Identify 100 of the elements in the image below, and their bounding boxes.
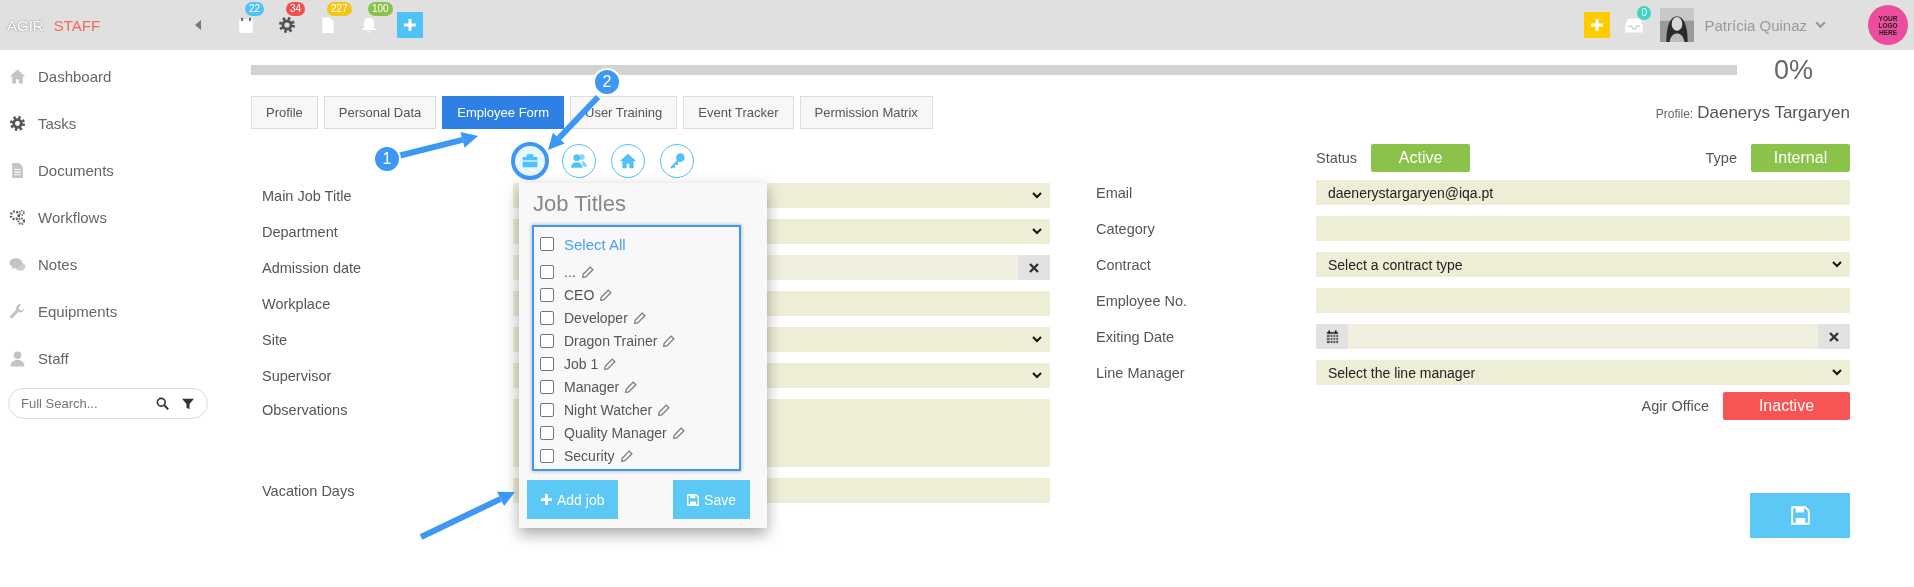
sidebar-item[interactable]: Staff [38,350,69,367]
job-title: Developer [564,309,628,326]
sidebar-item[interactable]: Equipments [38,303,118,320]
job-title: Security [564,447,615,464]
pencil-icon[interactable] [625,380,638,393]
tab[interactable]: Profile [251,96,318,129]
count-badge: 100 [368,2,393,16]
plus-icon [541,494,552,505]
calendar-button[interactable] [1316,324,1348,349]
clear-button[interactable] [1818,324,1850,349]
pencil-icon[interactable] [658,403,671,416]
popup-title: Job Titles [532,191,627,218]
tab[interactable]: Employee Form [442,96,564,129]
chevron-down-icon[interactable] [1815,21,1826,29]
pencil-icon[interactable] [620,449,633,462]
field-label: Line Manager [1096,364,1186,381]
key-icon [668,152,686,170]
pencil-icon[interactable] [604,357,617,370]
field-label: Employee No. [1096,292,1189,309]
pencil-icon[interactable] [663,334,676,347]
chevron-down-icon [1832,369,1842,376]
checkbox[interactable] [540,425,554,440]
field-label: Workplace [261,295,332,312]
chevron-down-icon [1032,372,1042,379]
clear-button[interactable] [1018,255,1050,280]
key-tab-button[interactable] [660,144,694,178]
field-label: Supervisor [261,367,333,384]
tab[interactable]: Permission Matrix [799,96,933,129]
input-field[interactable]: daenerystargaryen@iqa.pt [1316,180,1850,205]
checkbox[interactable] [540,287,554,302]
pencil-icon[interactable] [600,288,613,301]
sidebar-item[interactable]: Notes [38,256,78,273]
filter-icon[interactable] [182,398,194,410]
checkbox[interactable] [540,356,554,371]
sidebar-item[interactable]: Dashboard [38,68,112,85]
job-title: Manager [564,378,620,395]
checkbox[interactable] [540,264,554,279]
people-icon [570,152,588,170]
wrench-icon [9,303,26,320]
input-field[interactable] [1316,288,1850,313]
chat-icon [9,256,26,273]
count-badge: 22 [245,2,265,16]
job-title: CEO [564,286,595,303]
pencil-icon[interactable] [672,426,685,439]
tab[interactable]: Event Tracker [683,96,794,129]
sidebar-item[interactable]: Tasks [38,115,77,132]
pencil-icon[interactable] [633,311,646,324]
briefcase-icon [521,152,539,170]
checkbox[interactable] [540,448,554,463]
input-field[interactable] [1316,216,1850,241]
save-button[interactable] [1750,493,1850,538]
chevron-down-icon [1832,261,1842,268]
field-label: Exiting Date [1096,328,1176,345]
checkbox[interactable] [540,333,554,348]
pencil-icon[interactable] [581,265,594,278]
plus-icon [404,19,416,31]
close-icon [1029,262,1039,273]
home-icon [9,68,26,85]
collapse-caret-icon[interactable] [195,20,201,30]
count-badge: 227 [327,2,352,16]
search-field[interactable]: Full Search... [8,388,208,419]
checkbox[interactable] [540,379,554,394]
home-tab-button[interactable] [611,144,645,178]
gear-icon [9,115,26,132]
profile-name: Daenerys Targaryen [1697,103,1850,123]
tab[interactable]: Personal Data [323,96,437,129]
checkbox[interactable] [540,402,554,417]
job-title: Quality Manager [564,424,667,441]
field-label: Contract [1096,256,1152,273]
select-field[interactable]: Select the line manager [1316,360,1850,385]
user-icon [9,350,26,367]
checkbox[interactable] [540,237,554,251]
job-title: Dragon Trainer [564,332,658,349]
chevron-down-icon [1032,192,1042,199]
gear-icon[interactable] [278,16,296,34]
checkbox[interactable] [540,310,554,325]
people-tab-button[interactable] [562,144,596,178]
brand-name: STAFF [53,16,101,34]
step-number-badge: 1 [373,145,401,173]
profile-label: Profile: [1655,107,1694,121]
calendar-icon[interactable] [237,16,255,34]
field-label: Category [1096,220,1156,237]
select-field[interactable]: Select a contract type [1316,252,1850,277]
briefcase-tab-button[interactable] [511,142,549,180]
calendar-icon [1324,329,1340,344]
job-title: ... [564,263,576,280]
sidebar-item[interactable]: Documents [38,162,114,179]
sidebar-item[interactable]: Workflows [38,209,107,226]
add-button[interactable] [397,12,423,38]
field-label: Type [1705,150,1737,166]
field-label: Department [261,223,339,240]
count-badge: 34 [286,2,306,16]
office-status-button[interactable]: Inactive [1723,392,1850,420]
field-label: Agir Office [1641,398,1709,414]
chevron-down-icon [1032,336,1042,343]
search-icon[interactable] [156,397,169,410]
field-label: Admission date [261,259,363,276]
chevron-down-icon [1032,228,1042,235]
field-label: Observations [261,401,349,418]
date-field[interactable] [1348,324,1818,349]
